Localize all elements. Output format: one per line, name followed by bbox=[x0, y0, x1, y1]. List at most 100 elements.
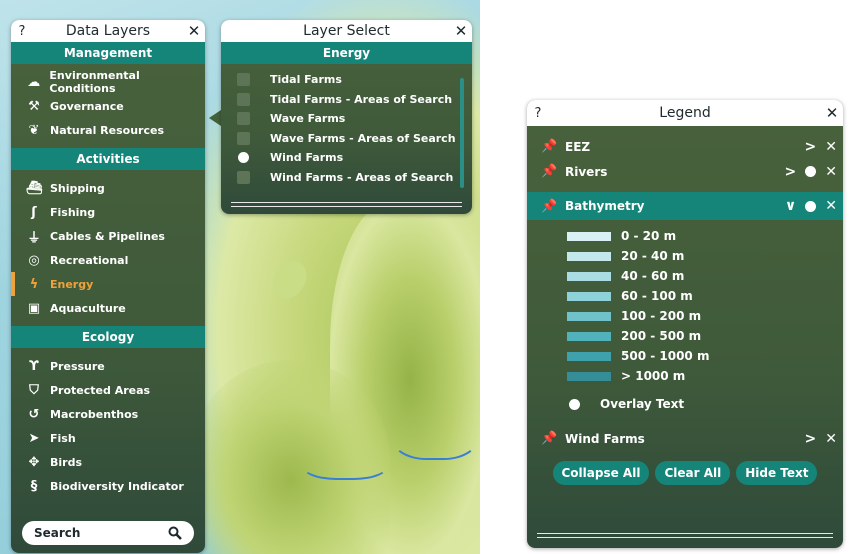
chevron-down-icon[interactable]: ∨ bbox=[785, 198, 796, 214]
checkbox[interactable] bbox=[237, 170, 250, 184]
search-placeholder: Search bbox=[34, 526, 81, 540]
sidebar-item-aquaculture[interactable]: ▣ Aquaculture bbox=[11, 296, 205, 320]
close-icon[interactable]: ✕ bbox=[825, 139, 837, 155]
river-line bbox=[300, 440, 390, 480]
search-input[interactable]: Search bbox=[22, 521, 194, 545]
resize-handle[interactable] bbox=[537, 533, 833, 538]
legend-row-bathymetry[interactable]: 📌 Bathymetry ∨ ✕ bbox=[527, 192, 843, 220]
search-icon[interactable] bbox=[168, 526, 182, 540]
layer-select-panel: Layer Select ✕ Energy Tidal Farms Tidal … bbox=[221, 20, 472, 214]
option-label: Wind Farms - Areas of Search bbox=[270, 170, 454, 184]
close-icon[interactable]: ✕ bbox=[450, 22, 472, 40]
fish-icon: ➤ bbox=[28, 430, 40, 446]
leaf-icon: ❦ bbox=[28, 122, 40, 138]
item-label: Pressure bbox=[50, 359, 105, 373]
visibility-toggle[interactable] bbox=[805, 166, 817, 177]
option-label: Tidal Farms bbox=[270, 73, 342, 87]
sidebar-item-governance[interactable]: ⚒ Governance bbox=[11, 94, 205, 118]
chevron-right-icon[interactable]: > bbox=[805, 431, 817, 447]
legend-row-wind-farms[interactable]: 📌 Wind Farms > ✕ bbox=[527, 426, 843, 451]
clear-all-button[interactable]: Clear All bbox=[655, 461, 731, 485]
pin-icon[interactable]: 📌 bbox=[541, 164, 557, 179]
toggle-indicator[interactable] bbox=[569, 398, 580, 410]
data-layers-header: ? Data Layers ✕ bbox=[11, 20, 205, 42]
section-activities: Activities bbox=[11, 148, 205, 170]
ramp-label: 100 - 200 m bbox=[621, 309, 702, 323]
ramp-label: 500 - 1000 m bbox=[621, 349, 710, 363]
sidebar-item-natural-resources[interactable]: ❦ Natural Resources bbox=[11, 118, 205, 142]
pin-icon[interactable]: 📌 bbox=[541, 199, 557, 214]
ramp-label: 60 - 100 m bbox=[621, 289, 693, 303]
row-label: Wind Farms bbox=[565, 431, 645, 446]
row-label: Bathymetry bbox=[565, 199, 645, 213]
legend-row-rivers[interactable]: 📌 Rivers > ✕ bbox=[527, 159, 843, 184]
ramp-entry: 40 - 60 m bbox=[567, 266, 843, 286]
ramp-label: 0 - 20 m bbox=[621, 229, 677, 243]
section-energy: Energy bbox=[221, 42, 472, 64]
color-swatch bbox=[567, 351, 611, 361]
sidebar-item-macrobenthos[interactable]: ↺ Macrobenthos bbox=[11, 402, 205, 426]
ramp-entry: 60 - 100 m bbox=[567, 286, 843, 306]
ramp-entry: 100 - 200 m bbox=[567, 306, 843, 326]
layer-option-wave-farms-aos[interactable]: Wave Farms - Areas of Search bbox=[221, 129, 472, 149]
layer-option-wave-farms[interactable]: Wave Farms bbox=[221, 109, 472, 129]
close-icon[interactable]: ✕ bbox=[825, 431, 837, 447]
help-icon[interactable]: ? bbox=[11, 24, 33, 39]
sidebar-item-fish[interactable]: ➤ Fish bbox=[11, 426, 205, 450]
hide-text-button[interactable]: Hide Text bbox=[736, 461, 818, 485]
pin-icon[interactable]: 📌 bbox=[541, 431, 557, 446]
close-icon[interactable]: ✕ bbox=[183, 22, 205, 40]
cloud-icon: ☁ bbox=[27, 74, 41, 90]
sidebar-item-protected-areas[interactable]: ⛉ Protected Areas bbox=[11, 378, 205, 402]
item-label: Birds bbox=[50, 455, 83, 469]
visibility-toggle[interactable] bbox=[805, 200, 817, 212]
sidebar-item-birds[interactable]: ✥ Birds bbox=[11, 450, 205, 474]
collapse-all-button[interactable]: Collapse All bbox=[552, 461, 650, 485]
row-label: Rivers bbox=[565, 164, 608, 179]
color-swatch bbox=[567, 331, 611, 341]
layer-option-tidal-farms-aos[interactable]: Tidal Farms - Areas of Search bbox=[221, 90, 472, 110]
sidebar-item-pressure[interactable]: ϒ Pressure bbox=[11, 354, 205, 378]
data-layers-panel: ? Data Layers ✕ Management ☁ Environment… bbox=[11, 20, 205, 553]
bird-icon: ✥ bbox=[28, 454, 40, 470]
scrollbar[interactable] bbox=[460, 78, 464, 188]
layer-option-wind-farms-aos[interactable]: Wind Farms - Areas of Search bbox=[221, 168, 472, 188]
overlay-text-toggle[interactable]: Overlay Text bbox=[527, 392, 843, 416]
layer-option-tidal-farms[interactable]: Tidal Farms bbox=[221, 70, 472, 90]
color-swatch bbox=[567, 251, 611, 261]
sidebar-item-environmental-conditions[interactable]: ☁ Environmental Conditions bbox=[11, 69, 205, 95]
checkbox[interactable] bbox=[237, 112, 250, 126]
legend-row-eez[interactable]: 📌 EEZ > ✕ bbox=[527, 134, 843, 159]
checkbox[interactable] bbox=[237, 131, 250, 145]
ship-icon: ⛴ bbox=[25, 180, 43, 196]
option-label: Wave Farms bbox=[270, 112, 346, 126]
close-icon[interactable]: ✕ bbox=[825, 164, 837, 180]
chevron-right-icon[interactable]: > bbox=[785, 164, 797, 180]
shield-icon: ⛉ bbox=[29, 382, 39, 398]
help-icon[interactable]: ? bbox=[527, 106, 549, 121]
close-icon[interactable]: ✕ bbox=[825, 198, 837, 214]
sidebar-item-energy[interactable]: ϟ Energy bbox=[11, 272, 205, 296]
river-line bbox=[390, 400, 480, 460]
pin-icon[interactable]: 📌 bbox=[541, 139, 557, 154]
color-swatch bbox=[567, 271, 611, 281]
panel-title: Data Layers bbox=[65, 23, 151, 39]
item-label: Natural Resources bbox=[50, 123, 164, 137]
checkbox[interactable] bbox=[237, 73, 250, 87]
close-icon[interactable]: ✕ bbox=[821, 104, 843, 122]
section-ecology: Ecology bbox=[11, 326, 205, 348]
resize-handle[interactable] bbox=[231, 202, 462, 207]
selected-indicator[interactable] bbox=[238, 152, 249, 164]
chevron-right-icon[interactable]: > bbox=[805, 139, 817, 155]
sidebar-item-biodiversity-indicator[interactable]: § Biodiversity Indicator bbox=[11, 474, 205, 498]
item-label: Fishing bbox=[50, 205, 96, 219]
layer-option-wind-farms[interactable]: Wind Farms bbox=[221, 148, 472, 168]
ramp-entry: 0 - 20 m bbox=[567, 226, 843, 246]
panel-title: Layer Select bbox=[303, 23, 390, 39]
sidebar-item-shipping[interactable]: ⛴ Shipping bbox=[11, 176, 205, 200]
item-label: Protected Areas bbox=[50, 383, 151, 397]
checkbox[interactable] bbox=[237, 92, 250, 106]
sidebar-item-cables-pipelines[interactable]: ⏚ Cables & Pipelines bbox=[11, 224, 205, 248]
sidebar-item-fishing[interactable]: ʃ Fishing bbox=[11, 200, 205, 224]
sidebar-item-recreational[interactable]: ◎ Recreational bbox=[11, 248, 205, 272]
